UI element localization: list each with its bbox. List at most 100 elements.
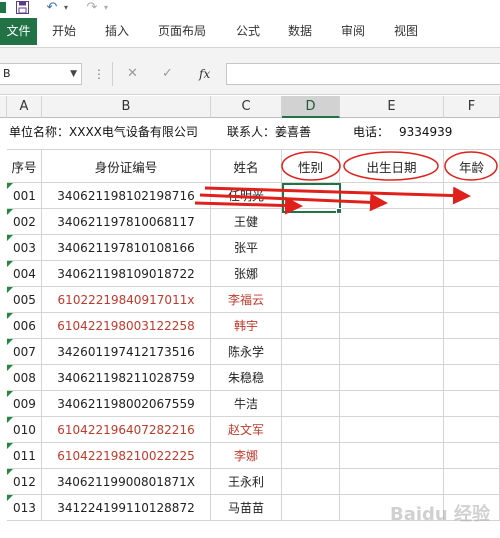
gender-cell[interactable]	[282, 313, 340, 339]
age-cell[interactable]	[444, 313, 500, 339]
name-cell[interactable]: 任明光	[211, 183, 282, 209]
gender-cell[interactable]	[282, 365, 340, 391]
name-cell[interactable]: 李福云	[211, 287, 282, 313]
redo-icon[interactable]: ↷	[84, 0, 100, 15]
seq-cell[interactable]: 003	[7, 235, 42, 261]
seq-cell[interactable]: 002	[7, 209, 42, 235]
name-cell[interactable]: 赵文军	[211, 417, 282, 443]
gender-cell[interactable]	[282, 287, 340, 313]
redo-dropdown-icon[interactable]: ▾	[102, 0, 110, 14]
gender-cell[interactable]	[282, 339, 340, 365]
tab-view[interactable]: 视图	[394, 18, 418, 45]
age-cell[interactable]	[444, 391, 500, 417]
age-cell[interactable]	[444, 261, 500, 287]
active-cell-selection[interactable]	[282, 183, 341, 213]
more-options-icon[interactable]: ⋮	[93, 63, 105, 85]
column-header-b[interactable]: B	[42, 96, 211, 118]
column-header-f[interactable]: F	[444, 96, 500, 118]
seq-cell[interactable]: 013	[7, 495, 42, 521]
select-all-corner[interactable]	[0, 96, 7, 118]
id-cell[interactable]: 34062119900801871X	[42, 469, 211, 495]
id-cell[interactable]: 340621197810108166	[42, 235, 211, 261]
id-cell[interactable]: 610422198210022225	[42, 443, 211, 469]
undo-dropdown-icon[interactable]: ▾	[62, 0, 70, 14]
tab-file[interactable]: 文件	[0, 18, 37, 45]
gender-cell[interactable]	[282, 495, 340, 521]
birth-date-cell[interactable]	[340, 469, 444, 495]
id-cell[interactable]: 340621198211028759	[42, 365, 211, 391]
id-cell[interactable]: 610422196407282216	[42, 417, 211, 443]
header-age[interactable]: 年龄	[444, 149, 500, 183]
column-header-c[interactable]: C	[211, 96, 282, 118]
id-cell[interactable]: 342601197412173516	[42, 339, 211, 365]
header-gender[interactable]: 性别	[282, 149, 340, 183]
name-cell[interactable]: 韩宇	[211, 313, 282, 339]
gender-cell[interactable]	[282, 417, 340, 443]
age-cell[interactable]	[444, 287, 500, 313]
save-icon[interactable]	[14, 0, 30, 14]
fill-handle[interactable]	[336, 208, 342, 214]
chevron-down-icon[interactable]: ▼	[70, 64, 77, 84]
birth-date-cell[interactable]	[340, 261, 444, 287]
birth-date-cell[interactable]	[340, 443, 444, 469]
name-cell[interactable]: 李娜	[211, 443, 282, 469]
id-cell[interactable]: 340621197810068117	[42, 209, 211, 235]
age-cell[interactable]	[444, 183, 500, 209]
id-cell[interactable]: 340621198109018722	[42, 261, 211, 287]
seq-cell[interactable]: 009	[7, 391, 42, 417]
header-seq[interactable]: 序号	[7, 149, 42, 183]
enter-icon[interactable]: ✓	[162, 63, 173, 85]
tab-review[interactable]: 审阅	[341, 18, 365, 45]
name-cell[interactable]: 牛洁	[211, 391, 282, 417]
header-birth-date[interactable]: 出生日期	[340, 149, 444, 183]
birth-date-cell[interactable]	[340, 313, 444, 339]
tab-page-layout[interactable]: 页面布局	[158, 18, 206, 45]
tab-formulas[interactable]: 公式	[236, 18, 260, 45]
gender-cell[interactable]	[282, 235, 340, 261]
column-header-a[interactable]: A	[7, 96, 42, 118]
cancel-icon[interactable]: ✕	[127, 63, 138, 85]
age-cell[interactable]	[444, 365, 500, 391]
birth-date-cell[interactable]	[340, 183, 444, 209]
gender-cell[interactable]	[282, 391, 340, 417]
formula-input[interactable]	[226, 63, 500, 85]
age-cell[interactable]	[444, 339, 500, 365]
seq-cell[interactable]: 008	[7, 365, 42, 391]
birth-date-cell[interactable]	[340, 235, 444, 261]
insert-function-icon[interactable]: fx	[199, 63, 210, 85]
birth-date-cell[interactable]	[340, 417, 444, 443]
seq-cell[interactable]: 004	[7, 261, 42, 287]
birth-date-cell[interactable]	[340, 339, 444, 365]
id-cell[interactable]: 340621198002067559	[42, 391, 211, 417]
birth-date-cell[interactable]	[340, 287, 444, 313]
tab-data[interactable]: 数据	[288, 18, 312, 45]
seq-cell[interactable]: 011	[7, 443, 42, 469]
seq-cell[interactable]: 012	[7, 469, 42, 495]
birth-date-cell[interactable]	[340, 209, 444, 235]
gender-cell[interactable]	[282, 443, 340, 469]
name-cell[interactable]: 王健	[211, 209, 282, 235]
tab-home[interactable]: 开始	[52, 18, 76, 45]
header-name[interactable]: 姓名	[211, 149, 282, 183]
age-cell[interactable]	[444, 235, 500, 261]
column-header-d[interactable]: D	[282, 96, 340, 118]
age-cell[interactable]	[444, 209, 500, 235]
name-box[interactable]: B ▼	[0, 63, 82, 85]
tab-insert[interactable]: 插入	[105, 18, 129, 45]
id-cell[interactable]: 341224199110128872	[42, 495, 211, 521]
name-cell[interactable]: 马苗苗	[211, 495, 282, 521]
header-id[interactable]: 身份证编号	[42, 149, 211, 183]
seq-cell[interactable]: 001	[7, 183, 42, 209]
name-cell[interactable]: 陈永学	[211, 339, 282, 365]
id-cell[interactable]: 61022219840917011x	[42, 287, 211, 313]
name-cell[interactable]: 朱稳稳	[211, 365, 282, 391]
seq-cell[interactable]: 006	[7, 313, 42, 339]
undo-icon[interactable]: ↶	[44, 0, 60, 15]
seq-cell[interactable]: 007	[7, 339, 42, 365]
birth-date-cell[interactable]	[340, 391, 444, 417]
id-cell[interactable]: 340621198102198716	[42, 183, 211, 209]
name-cell[interactable]: 张娜	[211, 261, 282, 287]
age-cell[interactable]	[444, 469, 500, 495]
age-cell[interactable]	[444, 417, 500, 443]
name-cell[interactable]: 张平	[211, 235, 282, 261]
